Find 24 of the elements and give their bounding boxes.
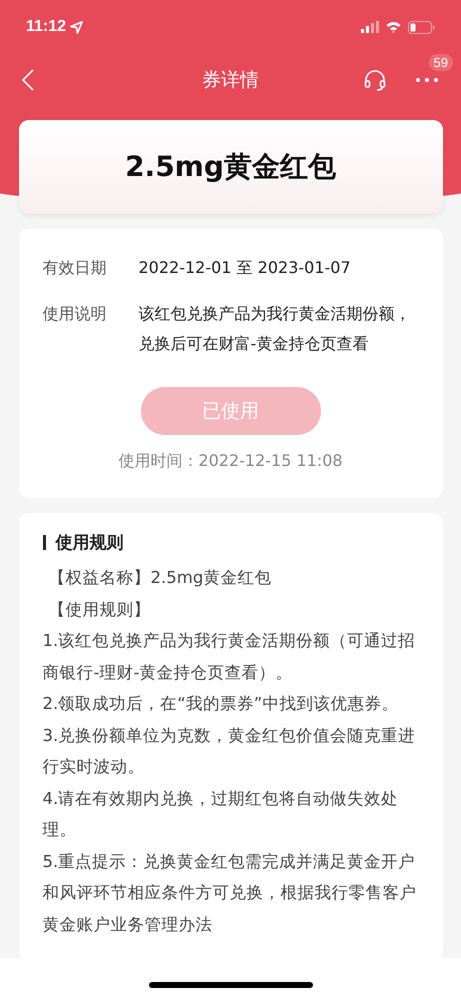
rule-text: 2.领取成功后，在“我的票券”中找到该优惠券。 [42, 693, 400, 715]
detail-label: 使用说明 [42, 303, 108, 325]
detail-value: 2022-12-01 至 2023-01-07 [138, 257, 352, 279]
rule-text: 4.请在有效期内兑换，过期红包将自动做失效处理。 [42, 788, 400, 841]
heading-bar [42, 535, 46, 550]
wifi-icon [385, 21, 402, 33]
rule-text: 【权益名称】2.5mg黄金红包 [48, 567, 272, 589]
detail-value: 该红包兑换产品为我行黄金活期份额，兑换后可在财富-黄金持仓页查看 [138, 303, 412, 355]
rule-text: 1.该红包兑换产品为我行黄金活期份额（可通过招商银行-理财-黄金持仓页查看）。 [42, 630, 416, 684]
back-icon[interactable] [22, 69, 34, 91]
page-title: 券详情 [202, 68, 259, 93]
coupon-title: 2.5mg黄金红包 [125, 149, 336, 185]
rules-heading: 使用规则 [56, 532, 124, 554]
battery-icon [408, 20, 435, 34]
rule-text: 5.重点提示：兑换黄金红包需完成并满足黄金开户和风评环节相应条件方可兑换，根据我行零售客户黄金账户业务管理办法 [42, 850, 418, 936]
more-icon[interactable] [415, 77, 439, 83]
rule-text: 【使用规则】 [48, 598, 152, 620]
location-arrow-icon [70, 20, 84, 34]
rule-text: 3.兑换份额单位为克数，黄金红包价值会随克重进行实时波动。 [42, 724, 416, 778]
headset-icon[interactable] [363, 68, 387, 92]
signal-icon [361, 21, 379, 33]
detail-label: 有效日期 [42, 257, 108, 279]
used-time: 使用时间：2022-12-15 11:08 [118, 451, 343, 472]
status-time: 11:12 [26, 18, 66, 36]
